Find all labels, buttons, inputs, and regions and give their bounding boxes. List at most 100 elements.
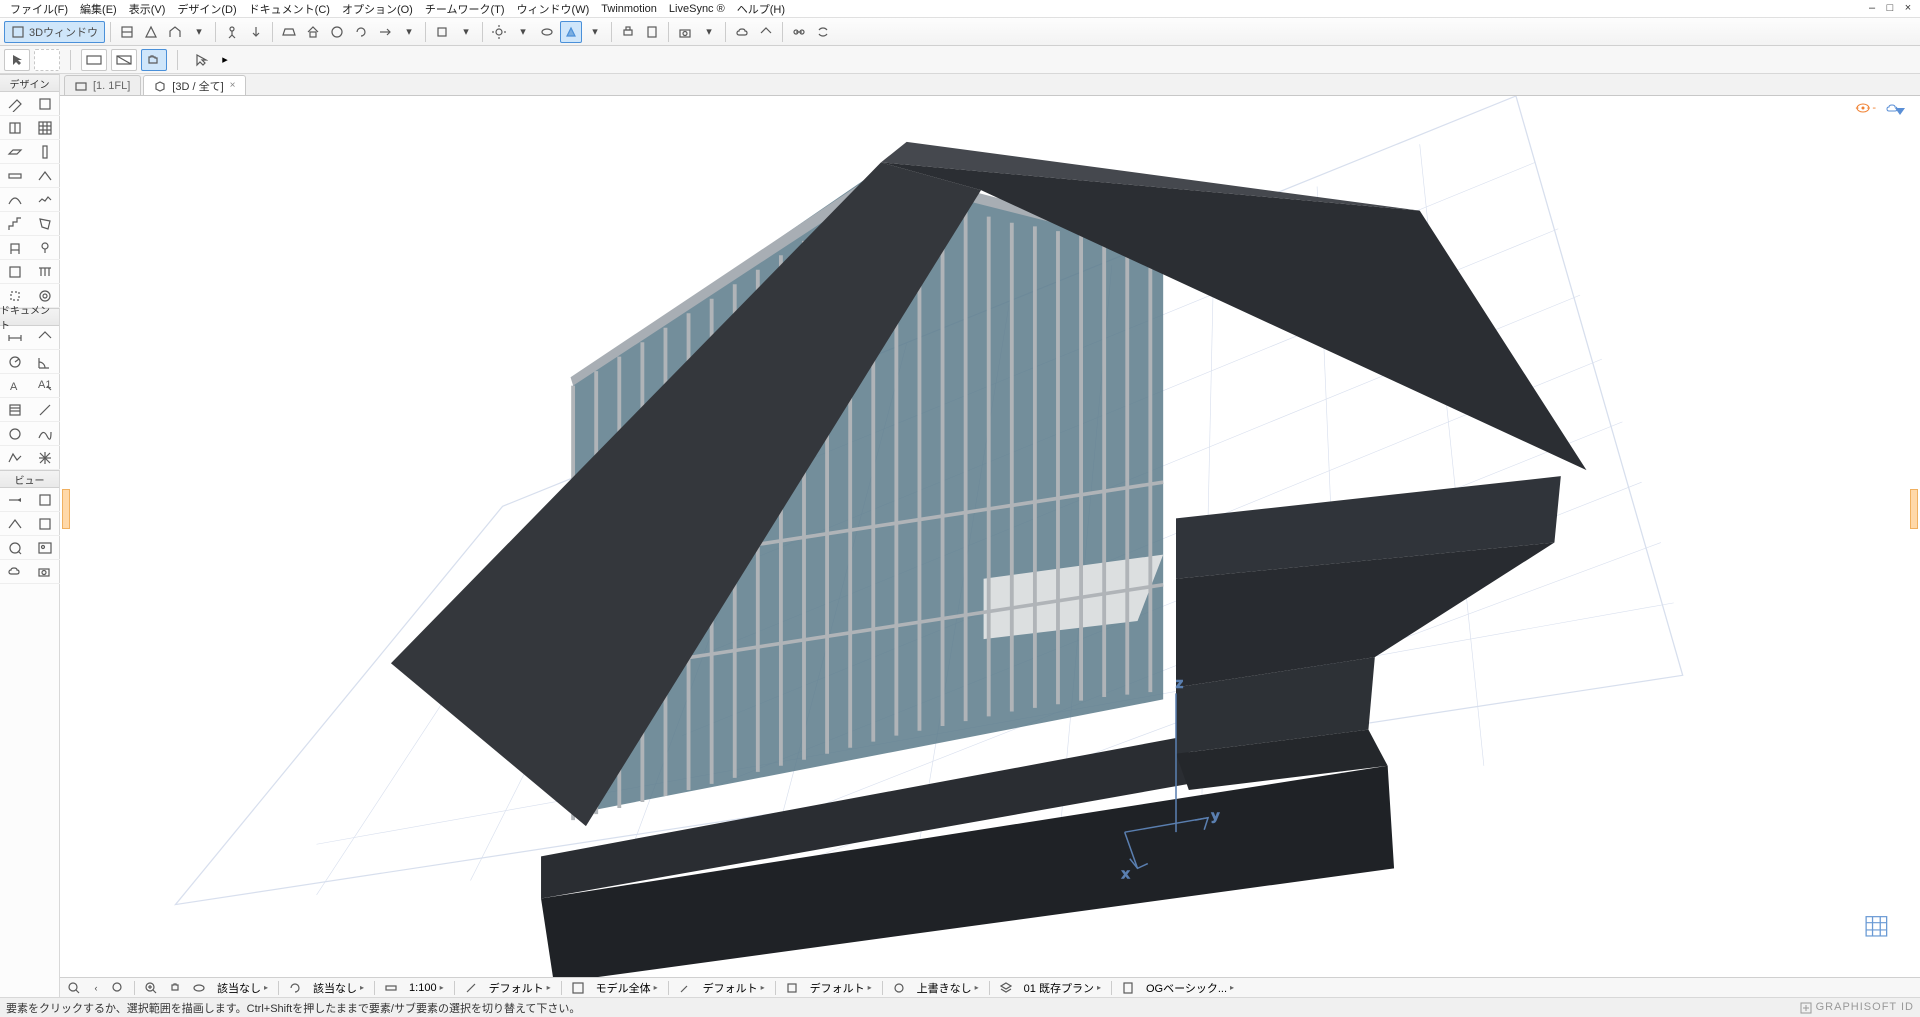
orient-widget[interactable]	[1886, 102, 1914, 120]
penset-icon[interactable]	[782, 980, 802, 996]
zoom-level-button[interactable]	[461, 980, 481, 996]
angle-dim-tool[interactable]	[30, 350, 60, 374]
rotate-button[interactable]	[285, 980, 305, 996]
label-tool[interactable]: A1	[30, 374, 60, 398]
radial-dim-tool[interactable]	[0, 350, 30, 374]
worksheet-tool[interactable]	[30, 512, 60, 536]
tab-3d-all[interactable]: [3D / 全て] ×	[143, 75, 246, 95]
level-dim-tool[interactable]	[30, 326, 60, 350]
orbit-button[interactable]	[189, 980, 209, 996]
renovation-icon[interactable]	[675, 980, 695, 996]
drawing-tool[interactable]	[30, 446, 60, 470]
zoom-prev-button[interactable]: ‹	[88, 980, 104, 996]
dropdown-2[interactable]: ▾	[398, 21, 420, 43]
display-combo[interactable]: デフォルト▸	[485, 980, 555, 996]
menu-document[interactable]: ドキュメント(C)	[243, 0, 336, 19]
geo-mode-2[interactable]	[111, 49, 137, 71]
stair-tool[interactable]	[0, 212, 30, 236]
zoom-fit-button[interactable]	[108, 980, 128, 996]
show-hidden-button[interactable]	[536, 21, 558, 43]
elevation-view-tool[interactable]	[30, 488, 60, 512]
spline-tool[interactable]	[30, 422, 60, 446]
circle-tool[interactable]	[0, 422, 30, 446]
elevation-button[interactable]	[164, 21, 186, 43]
layer-combo[interactable]: 01 既存プラン▸	[1020, 980, 1105, 996]
renovation-combo[interactable]: デフォルト▸	[699, 980, 769, 996]
shell-tool[interactable]	[0, 188, 30, 212]
penset-combo[interactable]: デフォルト▸	[806, 980, 876, 996]
toolbox-view-header[interactable]: ビュー	[0, 470, 59, 488]
mesh-tool[interactable]	[30, 188, 60, 212]
floorplan-button[interactable]	[116, 21, 138, 43]
dropdown-5[interactable]: ▾	[584, 21, 606, 43]
cloud1-button[interactable]	[731, 21, 753, 43]
roof-tool[interactable]	[30, 164, 60, 188]
home-icon-button[interactable]	[302, 21, 324, 43]
marquee-button[interactable]	[34, 49, 60, 71]
orient-combo[interactable]: 該当なし▸	[309, 980, 368, 996]
partial-display-button[interactable]	[568, 980, 588, 996]
brand-label[interactable]: GRAPHISOFT ID	[1816, 1001, 1914, 1013]
scale-combo[interactable]: 1:100▸	[405, 982, 448, 994]
override-combo[interactable]: 上書きなし▸	[913, 980, 983, 996]
shade-solid-button[interactable]	[560, 21, 582, 43]
line-tool[interactable]	[30, 398, 60, 422]
window-tool[interactable]	[0, 116, 30, 140]
navigate-button[interactable]	[374, 21, 396, 43]
mvo-icon[interactable]	[1118, 980, 1138, 996]
change-tool[interactable]	[0, 560, 30, 584]
dropdown-4[interactable]: ▾	[512, 21, 534, 43]
zone-tool[interactable]	[0, 260, 30, 284]
dropdown-1[interactable]: ▾	[188, 21, 210, 43]
geo-mode-3[interactable]	[141, 49, 167, 71]
tab-floorplan[interactable]: [1. 1FL]	[64, 75, 141, 95]
slab-tool[interactable]	[0, 140, 30, 164]
orient-button[interactable]	[326, 21, 348, 43]
cube-drop-button[interactable]	[431, 21, 453, 43]
sun-button[interactable]	[488, 21, 510, 43]
dimension-tool[interactable]	[0, 326, 30, 350]
pan-button[interactable]	[165, 980, 185, 996]
section-view-tool[interactable]	[0, 488, 30, 512]
minimize-button[interactable]: –	[1866, 2, 1878, 14]
menu-file[interactable]: ファイル(F)	[4, 0, 74, 19]
menu-twinmotion[interactable]: Twinmotion	[595, 1, 663, 17]
door-tool[interactable]	[30, 92, 60, 116]
menu-help[interactable]: ヘルプ(H)	[731, 0, 791, 19]
close-button[interactable]: ×	[1902, 2, 1914, 14]
detail-tool[interactable]	[0, 536, 30, 560]
maximize-button[interactable]: □	[1884, 2, 1896, 14]
menu-options[interactable]: オプション(O)	[336, 0, 419, 19]
object-tool[interactable]	[0, 236, 30, 260]
panel-handle-right[interactable]	[1910, 489, 1918, 529]
dropdown-3[interactable]: ▾	[455, 21, 477, 43]
cloud-home-button[interactable]	[755, 21, 777, 43]
zoom-in-button[interactable]	[141, 980, 161, 996]
menu-edit[interactable]: 編集(E)	[74, 0, 123, 19]
link-button[interactable]	[788, 21, 810, 43]
polyline-tool[interactable]	[0, 446, 30, 470]
camera-tool[interactable]	[30, 560, 60, 584]
morph-tool[interactable]	[30, 212, 60, 236]
beam-tool[interactable]	[0, 164, 30, 188]
image-tool[interactable]	[30, 536, 60, 560]
sync-button[interactable]	[812, 21, 834, 43]
toolbox-document-header[interactable]: ドキュメント	[0, 308, 59, 326]
mvo-combo[interactable]: OGベーシック...▸	[1142, 980, 1238, 996]
scale-icon-button[interactable]	[381, 980, 401, 996]
gravity-button[interactable]	[245, 21, 267, 43]
layer-icon[interactable]	[996, 980, 1016, 996]
wall-tool[interactable]	[0, 92, 30, 116]
menu-design[interactable]: デザイン(D)	[171, 0, 242, 19]
toolbox-design-header[interactable]: デザイン	[0, 74, 59, 92]
arrow-tool-button[interactable]	[4, 49, 30, 71]
walk-button[interactable]	[221, 21, 243, 43]
3d-viewport[interactable]: z y x ----	[60, 96, 1920, 977]
refresh-button[interactable]	[350, 21, 372, 43]
zoom-out-button[interactable]	[64, 980, 84, 996]
close-icon[interactable]: ×	[230, 80, 236, 91]
panel-handle-left[interactable]	[62, 489, 70, 529]
fill-tool[interactable]	[0, 398, 30, 422]
geo-mode-1[interactable]	[81, 49, 107, 71]
zoom-combo[interactable]: 該当なし▸	[213, 980, 272, 996]
